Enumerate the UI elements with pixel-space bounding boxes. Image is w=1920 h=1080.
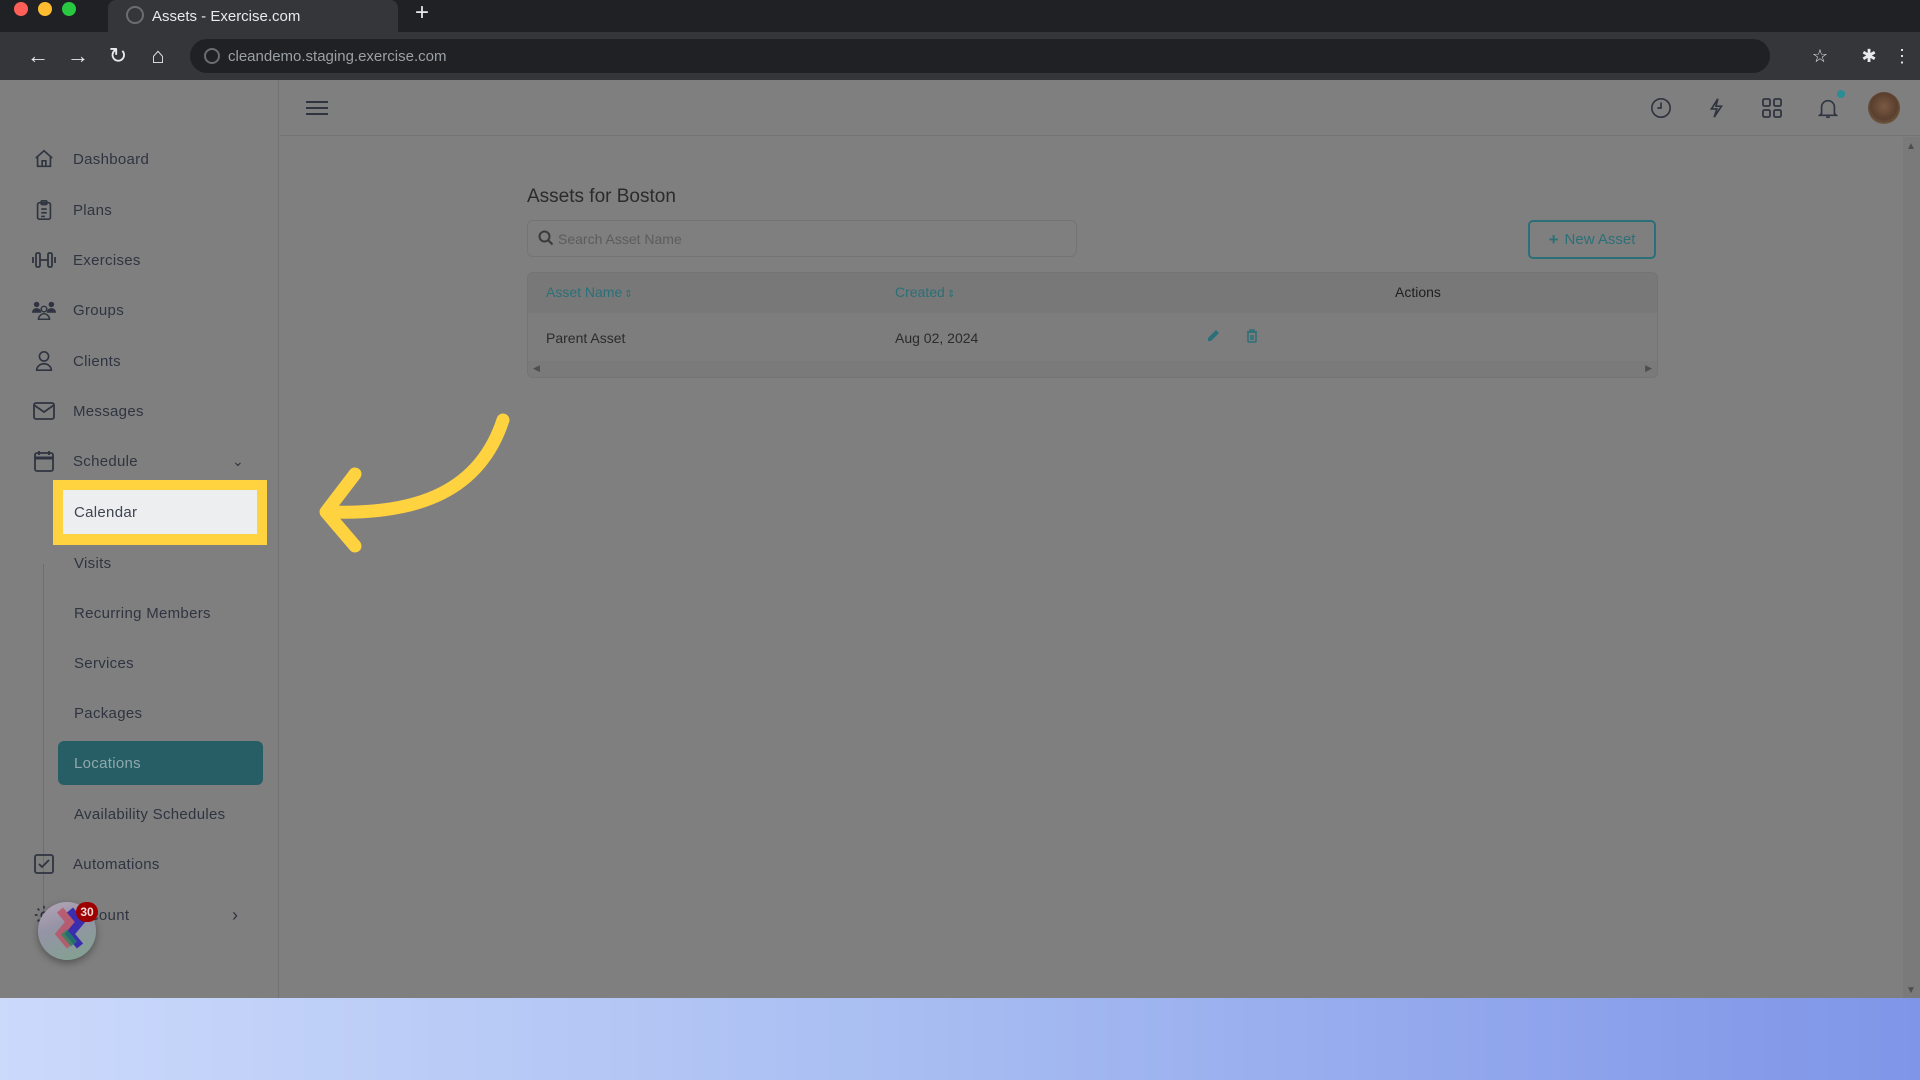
calendar-label: Calendar: [74, 503, 138, 521]
column-header-actions: Actions: [1395, 284, 1441, 300]
new-tab-button[interactable]: +: [407, 0, 437, 26]
sidebar-item-dashboard[interactable]: Dashboard: [0, 139, 279, 179]
hamburger-menu-icon[interactable]: [306, 97, 328, 119]
sidebar-item-automations[interactable]: Automations: [0, 844, 279, 884]
clock-icon[interactable]: [1647, 94, 1675, 122]
notification-dot: [1837, 90, 1845, 98]
search-input[interactable]: [558, 221, 1058, 256]
search-icon: [538, 230, 556, 248]
dumbbell-icon: [32, 248, 56, 272]
created-cell: Aug 02, 2024: [895, 330, 979, 346]
sidebar-item-exercises[interactable]: Exercises: [0, 240, 279, 280]
browser-toolbar: ← → ↻ ⌂ cleandemo.staging.exercise.com ☆…: [0, 32, 1920, 80]
sort-icon[interactable]: ⇕: [624, 289, 632, 300]
checkbox-icon: [32, 852, 56, 876]
sidebar-subitem-packages[interactable]: Packages: [58, 691, 263, 735]
sidebar-subitem-calendar[interactable]: Calendar: [63, 490, 257, 534]
chevron-right-icon[interactable]: ›: [232, 905, 238, 926]
sidebar-item-plans[interactable]: Plans: [0, 190, 279, 230]
vertical-scrollbar[interactable]: ▲ ▼: [1903, 137, 1920, 998]
globe-icon: [126, 6, 144, 24]
assets-table: Asset Name ⇕ Created ⇕ Actions Parent Asse…: [527, 272, 1658, 378]
table-header: Asset Name ⇕ Created ⇕ Actions: [528, 273, 1657, 313]
new-asset-button[interactable]: + New Asset: [1528, 220, 1656, 259]
url-text: cleandemo.staging.exercise.com: [228, 47, 447, 65]
scroll-up-icon[interactable]: ▲: [1906, 141, 1916, 152]
column-header-asset-name[interactable]: Asset Name ⇕: [546, 284, 633, 300]
delete-trash-icon[interactable]: [1246, 329, 1262, 345]
forward-icon[interactable]: →: [64, 42, 92, 70]
browser-tab[interactable]: Assets - Exercise.com: [108, 0, 398, 32]
sidebar-subitem-visits[interactable]: Visits: [58, 541, 263, 585]
notification-count-badge: 30: [76, 902, 98, 922]
scroll-left-icon[interactable]: ◀: [533, 363, 540, 374]
sidebar-item-schedule[interactable]: Schedule ⌄: [0, 441, 279, 481]
chevron-down-icon[interactable]: ⌄: [232, 453, 244, 470]
user-icon: [32, 349, 56, 373]
calendar-highlight-box: Calendar: [53, 480, 267, 545]
plus-icon: +: [1548, 229, 1559, 249]
clipboard-icon: [32, 198, 56, 222]
asset-name-cell: Parent Asset: [546, 330, 626, 346]
bell-icon[interactable]: [1814, 94, 1842, 122]
sidebar-subitem-recurring-members[interactable]: Recurring Members: [58, 591, 263, 635]
edit-pencil-icon[interactable]: [1206, 329, 1222, 345]
close-window-button[interactable]: [14, 2, 28, 16]
annotation-arrow: [319, 413, 510, 553]
search-field[interactable]: [527, 220, 1077, 257]
site-info-icon[interactable]: [204, 48, 220, 64]
horizontal-scrollbar[interactable]: ◀ ▶: [528, 361, 1657, 377]
apps-grid-icon[interactable]: [1758, 94, 1786, 122]
lightning-icon[interactable]: [1702, 94, 1730, 122]
maximize-window-button[interactable]: [62, 2, 76, 16]
scroll-right-icon[interactable]: ▶: [1645, 363, 1652, 374]
home-icon: [32, 147, 56, 171]
sidebar-item-clients[interactable]: Clients: [0, 341, 279, 381]
new-asset-label: New Asset: [1564, 231, 1636, 248]
page-title: Assets for Boston: [527, 186, 676, 207]
tab-title: Assets - Exercise.com: [152, 7, 301, 25]
reload-icon[interactable]: ↻: [104, 42, 132, 70]
home-button-icon[interactable]: ⌂: [144, 42, 172, 70]
table-row: Parent Asset Aug 02, 2024: [528, 313, 1657, 363]
sidebar-subitem-locations[interactable]: Locations: [58, 741, 263, 785]
extensions-icon[interactable]: ✱: [1855, 42, 1883, 70]
address-bar[interactable]: cleandemo.staging.exercise.com: [190, 39, 1770, 73]
browser-tab-bar: Assets - Exercise.com +: [0, 0, 1920, 32]
sort-icon[interactable]: ⇕: [947, 289, 955, 300]
minimize-window-button[interactable]: [38, 2, 52, 16]
column-header-created[interactable]: Created ⇕: [895, 284, 955, 300]
sidebar-subitem-services[interactable]: Services: [58, 641, 263, 685]
sidebar-item-groups[interactable]: Groups: [0, 290, 279, 330]
calendar-icon: [32, 449, 56, 473]
bookmark-star-icon[interactable]: ☆: [1806, 42, 1834, 70]
scroll-down-icon[interactable]: ▼: [1906, 985, 1916, 996]
avatar[interactable]: [1868, 92, 1900, 124]
back-icon[interactable]: ←: [24, 42, 52, 70]
browser-menu-icon[interactable]: ⋮: [1888, 42, 1916, 70]
envelope-icon: [32, 399, 56, 423]
group-icon: [32, 298, 56, 322]
sidebar-item-messages[interactable]: Messages: [0, 391, 279, 431]
desktop-background: [0, 998, 1920, 1080]
sidebar-subitem-availability-schedules[interactable]: Availability Schedules: [58, 792, 263, 836]
